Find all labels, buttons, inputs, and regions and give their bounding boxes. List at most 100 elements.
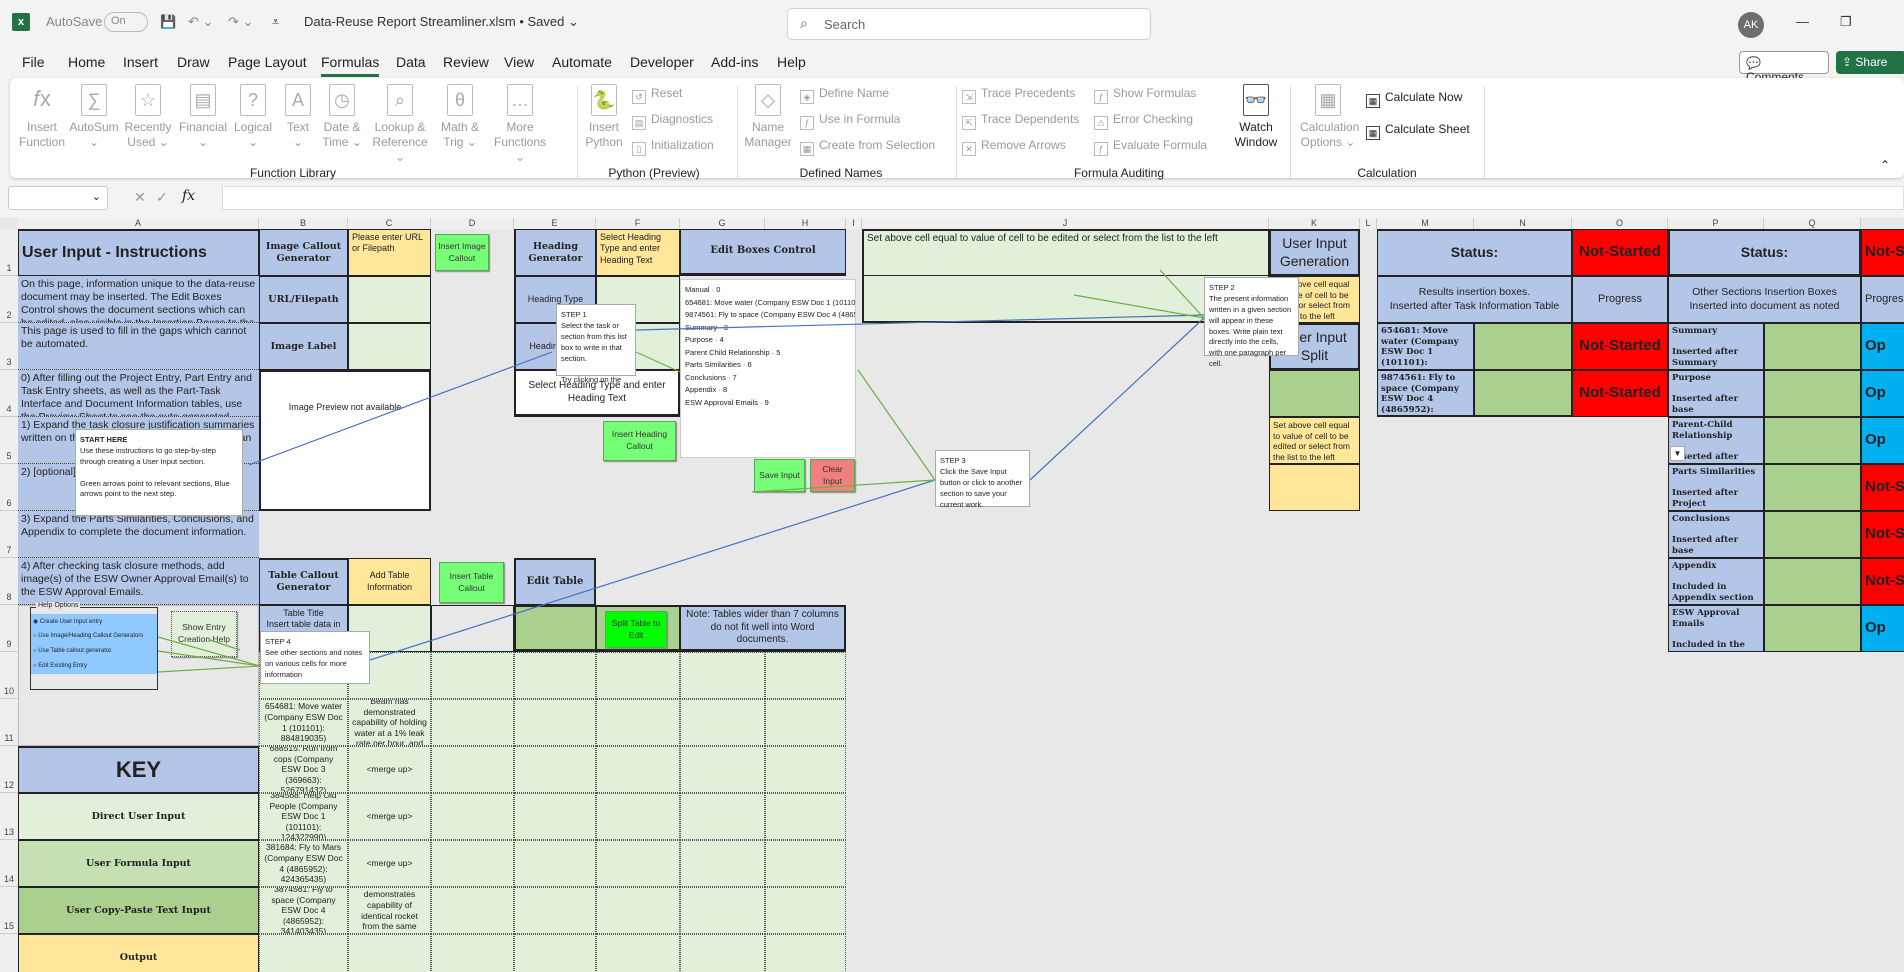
trace-dependents-button[interactable]: ⇱ Trace Dependents xyxy=(962,112,1079,130)
table-cell[interactable] xyxy=(514,793,596,840)
column-header-e[interactable]: E xyxy=(514,218,596,229)
insert-function-icon[interactable]: fx xyxy=(182,188,195,204)
table-cell[interactable] xyxy=(431,793,514,840)
listbox-item[interactable]: Parent Child Relationship · 5 xyxy=(685,347,851,360)
cell-a2[interactable]: On this page, information unique to the … xyxy=(18,276,259,323)
comments-button[interactable]: 💬 Comments xyxy=(1739,51,1829,84)
cell-e8[interactable]: Edit Table xyxy=(514,558,596,605)
cell-c1[interactable]: Please enter URL or Filepath xyxy=(348,229,431,276)
table-cell[interactable] xyxy=(431,840,514,887)
column-header-g[interactable]: G xyxy=(680,218,765,229)
tab-home[interactable]: Home xyxy=(68,54,105,74)
cell-m2[interactable]: Results insertion boxes. Inserted after … xyxy=(1377,276,1572,323)
tab-data[interactable]: Data xyxy=(396,54,426,74)
cell-b2[interactable]: URL/Filepath xyxy=(259,276,348,323)
cell-null[interactable] xyxy=(348,323,431,370)
row-header[interactable]: 10 xyxy=(0,652,18,699)
table-cell[interactable] xyxy=(765,887,846,934)
tab-add-ins[interactable]: Add-ins xyxy=(711,54,758,74)
table-cell[interactable] xyxy=(596,934,680,972)
cell-r5[interactable]: Op xyxy=(1861,417,1904,464)
table-cell[interactable] xyxy=(680,652,765,699)
function-library-1-button[interactable]: ∑ AutoSum ⌄ xyxy=(66,84,122,150)
enter-icon[interactable]: ✓ xyxy=(156,189,168,206)
cell-o1[interactable]: Not-Started xyxy=(1572,229,1668,276)
evaluate-formula-button[interactable]: ƒ Evaluate Formula xyxy=(1094,138,1207,156)
calculate-sheet-button[interactable]: ▦ Calculate Sheet xyxy=(1366,122,1470,140)
table-cell[interactable] xyxy=(514,699,596,746)
cell-null[interactable] xyxy=(1764,464,1861,511)
table-cell[interactable] xyxy=(596,746,680,793)
save-icon[interactable]: 💾 xyxy=(160,14,176,30)
row-header[interactable]: 3 xyxy=(0,323,18,370)
table-cell[interactable] xyxy=(596,652,680,699)
tab-page-layout[interactable]: Page Layout xyxy=(228,54,307,74)
table-cell[interactable] xyxy=(431,699,514,746)
cell-a7[interactable]: 3) Expand the Parts Similarities, Conclu… xyxy=(18,511,259,558)
tab-draw[interactable]: Draw xyxy=(177,54,210,74)
collapse-ribbon-icon[interactable]: ⌃ xyxy=(1880,158,1890,172)
listbox-item[interactable]: Conclusions · 7 xyxy=(685,372,851,385)
cell-p4[interactable]: Purpose Inserted after base Purpose stat… xyxy=(1668,370,1764,417)
cell-a3[interactable]: This page is used to fill in the gaps wh… xyxy=(18,323,259,370)
column-header-o[interactable]: O xyxy=(1572,218,1668,229)
tab-help[interactable]: Help xyxy=(777,54,806,74)
table-cell[interactable] xyxy=(765,746,846,793)
column-header-n[interactable]: N xyxy=(1474,218,1572,229)
cell-a4[interactable]: 0) After filling out the Project Entry, … xyxy=(18,370,259,417)
cell-r9[interactable]: Op xyxy=(1861,605,1904,652)
tab-review[interactable]: Review xyxy=(443,54,489,74)
column-header-d[interactable]: D xyxy=(431,218,514,229)
search-box[interactable]: ⌕ Search xyxy=(787,8,1151,40)
cell-k1[interactable]: User Input Generation xyxy=(1269,229,1360,276)
cell-null[interactable] xyxy=(1764,370,1861,417)
column-header-l[interactable]: L xyxy=(1360,218,1377,229)
function-library-6-button[interactable]: ◷ Date & Time ⌄ xyxy=(314,84,370,150)
help-option-radio[interactable]: ○ Use Table callout generator. xyxy=(31,644,157,659)
trace-precedents-button[interactable]: ⇲ Trace Precedents xyxy=(962,86,1075,104)
cancel-icon[interactable]: ✕ xyxy=(134,189,146,206)
help-option-radio[interactable]: ○ Edit Existing Entry xyxy=(31,659,157,674)
restore-icon[interactable]: ❐ xyxy=(1840,14,1852,30)
cell-c8[interactable]: Add Table Information xyxy=(348,558,431,605)
cell-r3[interactable]: Op xyxy=(1861,323,1904,370)
listbox-item[interactable]: Purpose · 4 xyxy=(685,334,851,347)
cell-c12[interactable]: <merge up> xyxy=(348,746,431,793)
tab-insert[interactable]: Insert xyxy=(123,54,158,74)
clear-input-button[interactable]: Clear Input xyxy=(810,459,855,492)
cell-b12[interactable]: 688515: Run from cops (Company ESW Doc 3… xyxy=(259,746,348,793)
cell-null[interactable] xyxy=(431,605,514,652)
cell-p3[interactable]: Summary Inserted after Summary Statement xyxy=(1668,323,1764,370)
cell-b14[interactable]: 381684: Fly to Mars (Company ESW Doc 4 (… xyxy=(259,840,348,887)
cell-p9[interactable]: ESW Approval Emails Included in the xyxy=(1668,605,1764,652)
cell-output[interactable]: Output xyxy=(18,934,259,972)
table-cell[interactable] xyxy=(431,887,514,934)
cell-a8[interactable]: 4) After checking task closure methods, … xyxy=(18,558,259,605)
cell-c15[interactable]: Rocket Car demonstrates capability of id… xyxy=(348,887,431,934)
cell-c14[interactable]: <merge up> xyxy=(348,840,431,887)
table-cell[interactable] xyxy=(765,793,846,840)
tab-view[interactable]: View xyxy=(504,54,534,74)
table-cell[interactable] xyxy=(596,840,680,887)
table-cell[interactable] xyxy=(765,652,846,699)
row-header[interactable]: 5 xyxy=(0,417,18,464)
table-cell[interactable] xyxy=(514,840,596,887)
cell-null[interactable] xyxy=(1269,464,1360,511)
minimize-icon[interactable]: — xyxy=(1796,14,1809,29)
column-header-f[interactable]: F xyxy=(596,218,680,229)
table-cell[interactable] xyxy=(596,793,680,840)
cell-dropdown-button[interactable]: ▼ xyxy=(1670,446,1685,461)
show-help-button[interactable]: Show Entry Creation Help xyxy=(171,611,237,657)
cell-c11[interactable]: Beam has demonstrated capability of hold… xyxy=(348,699,431,746)
table-cell[interactable] xyxy=(514,746,596,793)
cell-g9[interactable]: Note: Tables wider than 7 columns do not… xyxy=(680,605,846,652)
initialization-button[interactable]: ▯ Initialization xyxy=(632,138,714,156)
cell-o2[interactable]: Progress xyxy=(1572,276,1668,323)
cell-formula[interactable]: User Formula Input xyxy=(18,840,259,887)
cell-null[interactable] xyxy=(1764,605,1861,652)
diagnostics-button[interactable]: ▤ Diagnostics xyxy=(632,112,713,130)
cell-p2[interactable]: Other Sections Insertion Boxes Inserted … xyxy=(1668,276,1861,323)
insert-heading-button[interactable]: Insert Heading Callout xyxy=(603,421,676,461)
table-cell[interactable] xyxy=(431,652,514,699)
table-cell[interactable] xyxy=(596,887,680,934)
